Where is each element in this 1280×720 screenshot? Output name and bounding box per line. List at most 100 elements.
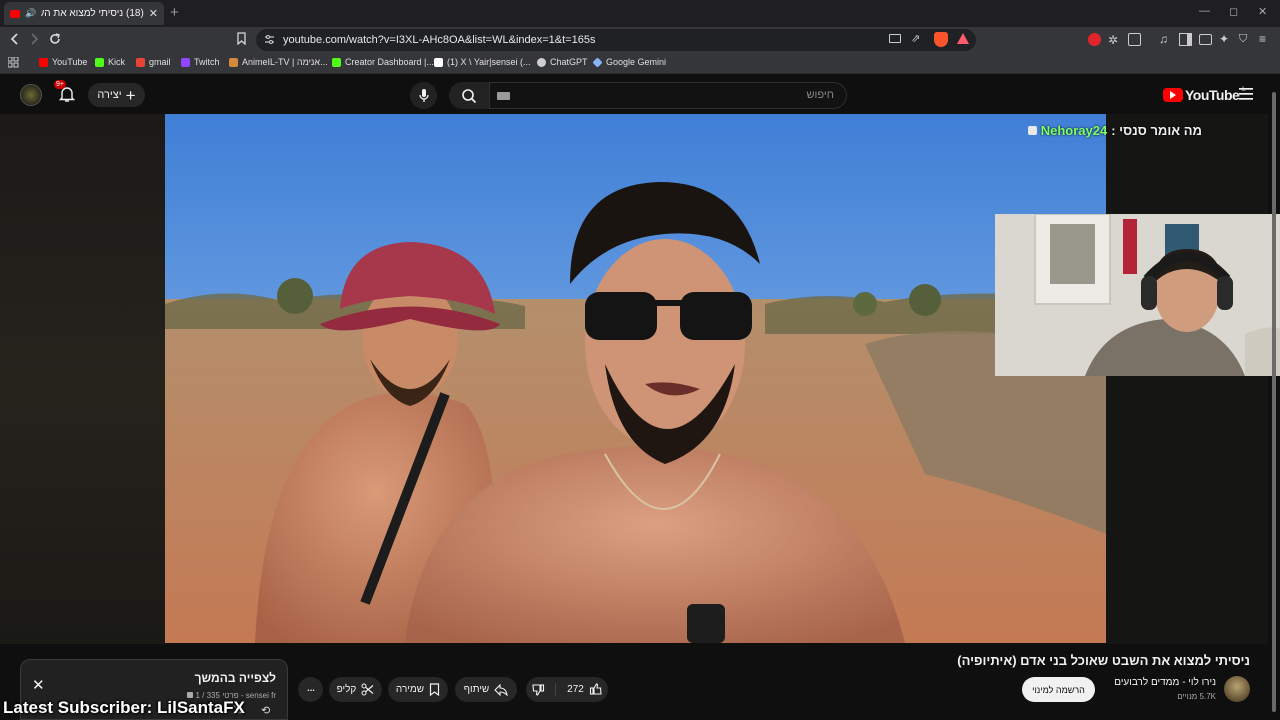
notifications-button[interactable]: 9+ [54,80,78,105]
scrollbar-thumb[interactable] [1272,92,1276,712]
streamer-webcam [995,214,1280,376]
search-placeholder: חיפוש [806,89,834,101]
close-window-icon[interactable]: ✕ [1258,5,1267,18]
chatgpt-favicon-icon [537,57,546,67]
leo-ai-icon[interactable]: ✦ [1219,32,1232,46]
create-label: יצירה [97,89,122,101]
forward-icon[interactable] [28,32,40,46]
youtube-masthead: 9+ יצירה + חיפוש YouTube IL [0,76,1268,114]
bookmark-twitch[interactable]: Twitch [181,57,220,67]
vpn-shield-icon[interactable]: ⛉ [1239,33,1252,46]
keyboard-icon[interactable] [497,92,510,100]
stream-background-left [0,114,165,644]
guide-menu-button[interactable] [1239,88,1253,100]
gemini-favicon-icon [592,56,603,68]
new-tab-icon[interactable]: + [170,4,179,21]
notifications-badge: 9+ [54,80,66,89]
browser-tab[interactable]: 🔊 (18) ניסיתי למצוא את השבט ש ✕ [4,2,164,25]
url-text: youtube.com/watch?v=I3XL-AHc8OA&list=WL&… [283,34,596,46]
site-settings-icon[interactable] [264,34,275,45]
bookmark-kick[interactable]: Kick [95,57,125,67]
bookmark-page-icon[interactable] [236,32,247,45]
tab-title: (18) ניסיתי למצוא את השבט ש [41,8,144,19]
webcam-feed [995,214,1280,376]
wallet-icon[interactable] [1199,34,1212,45]
minimize-window-icon[interactable]: — [1199,5,1210,17]
dislike-button[interactable] [532,683,557,696]
scissors-icon [361,683,374,696]
bookmark-gemini[interactable]: Google Gemini [592,56,666,68]
plus-icon: + [125,85,136,105]
channel-avatar[interactable] [1224,676,1250,702]
youtube-play-icon [1163,88,1183,102]
share-label: שיתוף [463,684,490,695]
bookmark-youtube[interactable]: YouTube [39,57,87,67]
extensions-puzzle-icon[interactable]: ✲ [1108,33,1121,47]
subscribe-button[interactable]: הרשמה למינוי [1022,677,1095,702]
clip-button[interactable]: קליפ [329,677,382,702]
more-actions-button[interactable]: ... [298,677,323,702]
video-player[interactable] [165,114,1106,643]
share-button[interactable]: שיתוף [455,677,517,702]
apps-grid-icon[interactable] [8,57,19,68]
sidebar-toggle-icon[interactable] [1179,33,1192,46]
browser-toolbar: youtube.com/watch?v=I3XL-AHc8OA&list=WL&… [0,27,1280,53]
reload-icon[interactable] [48,32,62,46]
like-count: 272 [567,684,584,695]
kick-favicon-icon [332,57,341,67]
kick-favicon-icon [95,57,104,67]
share-arrow-icon [494,683,508,696]
save-bookmark-icon [429,683,440,696]
search-input[interactable]: חיפוש [489,82,847,109]
extension-record-icon[interactable] [1088,33,1101,46]
close-playlist-icon[interactable]: ✕ [32,676,45,694]
youtube-favicon-icon [39,57,48,67]
maximize-window-icon[interactable]: ◻ [1229,5,1238,18]
tab-close-icon[interactable]: ✕ [149,7,158,20]
channel-subscriber-count: 5.7K מנויים [1177,692,1216,701]
brave-rewards-icon[interactable] [957,33,969,44]
audio-playing-icon[interactable]: 🔊 [25,8,36,19]
more-actions-icon: ... [306,679,316,694]
media-controls-icon[interactable]: ♫ [1159,32,1172,46]
bookmark-chatgpt[interactable]: ChatGPT [537,57,588,67]
video-frame [165,114,1106,643]
avatar[interactable] [20,84,42,106]
browser-tab-strip: 🔊 (18) ניסיתי למצוא את השבט ש ✕ + — ◻ ✕ [0,0,1280,27]
brave-shields-icon[interactable] [934,32,948,47]
search-icon [462,88,477,103]
share-page-icon[interactable]: ⇗ [911,32,920,45]
chat-text: מה אומר סנסי : [1111,123,1202,138]
chat-user-badge-icon [1027,126,1037,135]
create-button[interactable]: יצירה + [88,83,145,107]
chat-username: Nehoray24 [1040,123,1108,138]
youtube-logo[interactable]: YouTube IL [1163,87,1246,103]
loop-icon[interactable]: ⟲ [261,704,270,717]
youtube-logo-text: YouTube [1185,87,1240,103]
twitch-favicon-icon [181,57,190,67]
playlist-title[interactable]: לצפייה בהמשך [195,671,276,685]
channel-name[interactable]: נירו לוי - ממדים לרבועים [1114,677,1216,688]
bookmark-creator-dashboard[interactable]: Creator Dashboard |... [332,57,434,67]
search-button[interactable] [449,82,489,109]
cast-icon[interactable] [889,34,901,43]
back-icon[interactable] [9,32,21,46]
bookmark-x[interactable]: (1) X \ Yair|sensei (... [434,57,531,67]
like-button[interactable] [589,683,602,696]
video-title: ניסיתי למצוא את השבט שאוכל בני אדם (איתי… [957,653,1250,668]
save-button[interactable]: שמירה [388,677,448,702]
latest-subscriber-overlay: Latest Subscriber: LilSantaFX [3,698,245,717]
bookmark-gmail[interactable]: gmail [136,57,171,67]
bookmarks-bar: YouTube Kick gmail Twitch AnimeIL-TV | א… [0,53,1280,74]
save-label: שמירה [395,684,425,695]
screenshot-icon[interactable] [1128,33,1141,46]
animeil-favicon-icon [229,57,238,67]
x-favicon-icon [434,57,443,67]
clip-label: קליפ [336,684,357,695]
url-field[interactable]: youtube.com/watch?v=I3XL-AHc8OA&list=WL&… [256,29,976,51]
bookmark-animeil[interactable]: AnimeIL-TV | אנימה... [229,57,328,67]
thumbs-down-icon [532,684,545,696]
browser-menu-icon[interactable]: ≡ [1259,32,1272,46]
voice-search-button[interactable] [410,82,437,109]
stream-chat-message: מה אומר סנסי : Nehoray24 [1027,123,1202,138]
